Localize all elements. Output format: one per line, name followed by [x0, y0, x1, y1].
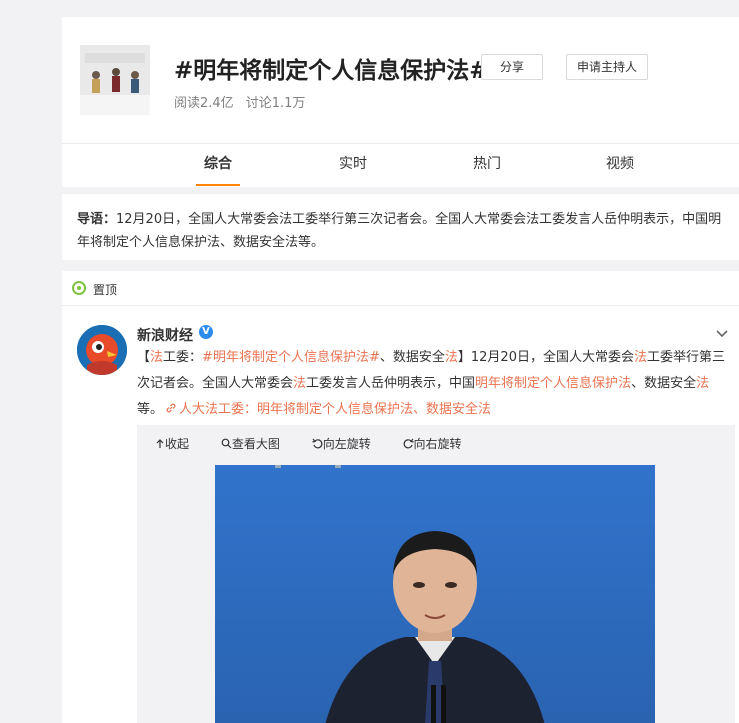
rotate-right-button[interactable]: 向右旋转	[403, 437, 476, 451]
text-segment: 】	[457, 350, 471, 365]
verified-icon: V	[199, 325, 213, 339]
collapse-label: 收起	[165, 437, 190, 451]
arrow-up-icon	[156, 439, 164, 448]
post-photo[interactable]	[215, 465, 655, 723]
pinned-row: 置顶	[62, 271, 739, 306]
topic-title: #明年将制定个人信息保护法#	[174, 58, 489, 84]
topic-header: #明年将制定个人信息保护法# 分享 申请主持人 阅读2.4亿 讨论1.1万	[62, 17, 739, 143]
rotate-right-label: 向右旋转	[413, 437, 462, 451]
read-count: 阅读2.4亿	[174, 96, 234, 111]
text-segment: 等。	[137, 402, 164, 417]
chevron-down-icon[interactable]	[715, 325, 729, 339]
pin-icon	[72, 281, 86, 295]
text-segment: 12月20日，全国人大常委会	[470, 350, 634, 365]
media-toolbar: 收起 查看大图 向左旋转 向右旋转	[155, 435, 490, 452]
collapse-button[interactable]: 收起	[155, 437, 203, 451]
avatar[interactable]	[77, 325, 127, 375]
feed: 置顶 新浪财经 V 【法工委：#明年将制定个人信息保护法#、数据安全法】12月2…	[62, 271, 739, 723]
keyword-highlight: 法	[696, 376, 710, 391]
keyword-highlight: 法	[293, 376, 307, 391]
topic-thumbnail	[80, 45, 150, 115]
link-text: 人大法工委：明年将制定个人信息保护法、数据安全法	[179, 402, 492, 417]
rotate-left-button[interactable]: 向左旋转	[312, 437, 385, 451]
pinned-label: 置顶	[93, 283, 118, 297]
text-segment: 、数据安全	[631, 376, 697, 391]
view-large-button[interactable]: 查看大图	[221, 437, 294, 451]
post-text: 【法工委：#明年将制定个人信息保护法#、数据安全法】12月20日，全国人大常委会…	[137, 345, 727, 423]
keyword-highlight: 法	[633, 350, 647, 365]
author-name[interactable]: 新浪财经	[137, 325, 193, 345]
keyword-highlight: 法	[150, 350, 164, 365]
text-segment: 工委发言人岳仲明表示，中国	[306, 376, 476, 391]
magnifier-icon	[221, 438, 232, 449]
view-large-label: 查看大图	[231, 437, 280, 451]
intro-lead: 导语：	[77, 212, 117, 227]
text-segment: 工委：	[163, 350, 203, 365]
keyword-highlight: 法	[618, 376, 632, 391]
rotate-left-label: 向左旋转	[322, 437, 371, 451]
tab-comprehensive[interactable]: 综合	[196, 144, 240, 188]
rotate-right-icon	[403, 438, 414, 449]
tab-realtime[interactable]: 实时	[337, 144, 369, 188]
topic-stats: 阅读2.4亿 讨论1.1万	[174, 92, 305, 111]
discussion-count: 讨论1.1万	[245, 96, 306, 111]
topic-keyword-link[interactable]: 明年将制定个人信息保护	[475, 376, 618, 391]
media-viewer: 收起 查看大图 向左旋转 向右旋转	[137, 425, 735, 723]
intro-text: 12月20日，全国人大常委会法工委举行第三次记者会。全国人大常委会法工委发言人岳…	[77, 212, 722, 250]
rotate-left-icon	[312, 438, 323, 449]
keyword-highlight: 法	[444, 350, 458, 365]
article-link[interactable]: 人大法工委：明年将制定个人信息保护法、数据安全法	[163, 402, 491, 417]
apply-host-button[interactable]: 申请主持人	[566, 54, 648, 80]
text-segment: 【	[137, 350, 151, 365]
tab-hot[interactable]: 热门	[471, 144, 503, 188]
link-icon	[166, 403, 176, 413]
topic-tag-link[interactable]: #明年将制定个人信息保护法#	[202, 350, 380, 365]
tab-video[interactable]: 视频	[604, 144, 636, 188]
tab-bar: 综合 实时 热门 视频	[62, 143, 739, 187]
topic-intro: 导语：12月20日，全国人大常委会法工委举行第三次记者会。全国人大常委会法工委发…	[62, 194, 739, 260]
share-button[interactable]: 分享	[481, 54, 543, 80]
text-segment: 、数据安全	[379, 350, 445, 365]
